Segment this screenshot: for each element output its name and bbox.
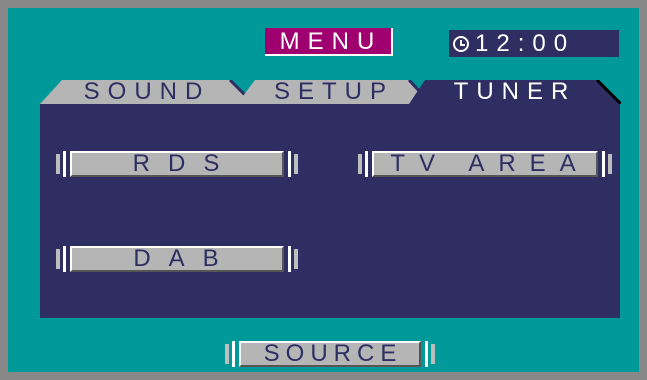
tab-tuner-label: TUNER: [453, 78, 577, 105]
button-right-cap: [598, 151, 612, 177]
button-right-cap: [284, 151, 298, 177]
tab-setup[interactable]: SETUP: [237, 80, 431, 104]
button-right-cap: [421, 341, 435, 367]
tv-area-button-label: TV AREA: [372, 151, 598, 177]
tab-bar: SOUND SETUP TUNER: [0, 0, 647, 110]
button-right-cap: [284, 246, 298, 272]
tv-area-button[interactable]: TV AREA: [358, 150, 612, 178]
source-button[interactable]: SOURCE: [225, 340, 435, 368]
tuner-panel: [40, 104, 620, 318]
tab-sound[interactable]: SOUND: [40, 80, 254, 104]
button-left-cap: [225, 341, 239, 367]
tab-setup-label: SETUP: [273, 78, 394, 105]
rds-button[interactable]: RDS: [56, 150, 298, 178]
rds-button-label: RDS: [70, 151, 284, 177]
dab-button[interactable]: DAB: [56, 245, 298, 273]
dab-button-label: DAB: [70, 246, 284, 272]
button-left-cap: [56, 246, 70, 272]
button-left-cap: [358, 151, 372, 177]
tab-tuner[interactable]: TUNER: [409, 80, 621, 104]
source-button-label: SOURCE: [239, 341, 421, 367]
tab-sound-label: SOUND: [83, 78, 211, 105]
button-left-cap: [56, 151, 70, 177]
